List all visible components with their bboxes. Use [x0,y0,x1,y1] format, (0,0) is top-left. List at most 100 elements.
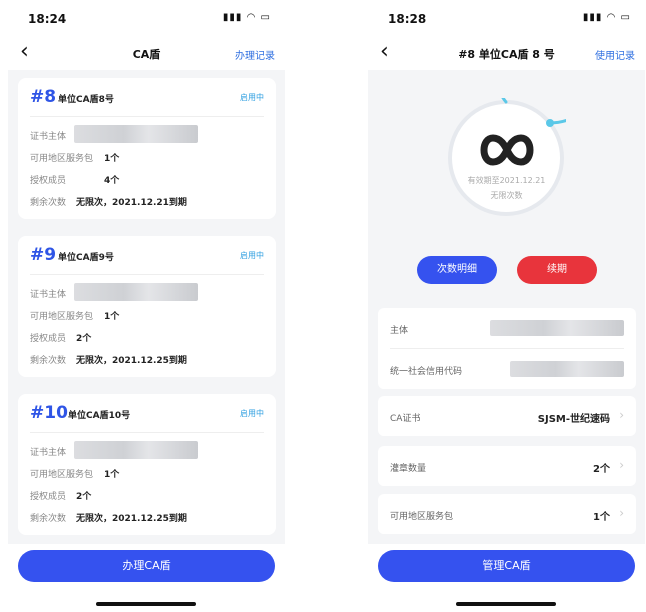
manage-ca-shield-button[interactable]: 管理CA盾 [378,550,635,582]
bottom-bar: 管理CA盾 [368,544,645,612]
ca-shield-list[interactable]: #8 单位CA盾8号 启用中 证书主体 可用地区服务包 1个 授权成员 4个 剩余次… [8,70,285,544]
remaining-label: 剩余次数 [30,514,67,524]
renew-button[interactable]: 续期 [517,256,597,284]
members-value: 2个 [76,334,92,344]
system-icons: ▮▮▮ ◠ ▭ [223,12,271,23]
region-value: 1个 [104,154,120,164]
home-indicator [456,602,556,606]
status-bar: 18:24 ▮▮▮ ◠ ▭ [8,0,285,40]
status-badge: 启用中 [240,251,264,260]
members-label: 授权成员 [30,334,67,344]
left-screen: 18:24 ▮▮▮ ◠ ▭ ‹ CA盾 办理记录 #8 单位CA盾8号 启用中 … [8,0,285,612]
members-row: 授权成员 4个 [30,167,264,189]
validity-text: 有效期至2021.12.21 [467,176,546,185]
card-header: #9 单位CA盾9号 启用中 [30,236,264,275]
subject-redacted [74,125,198,143]
card-name: 单位CA盾9号 [58,253,114,263]
seal-count-row[interactable]: 灌章数量 2个 › [390,446,624,486]
subject-label: 证书主体 [30,448,67,458]
subject-redacted [74,441,198,459]
card-number: #9 [30,245,57,265]
members-row: 授权成员 2个 [30,325,264,347]
region-label: 可用地区服务包 [390,512,454,522]
chevron-right-icon: › [619,408,624,422]
usage-records-link[interactable]: 使用记录 [595,47,635,62]
region-value: 1个 [593,512,610,523]
status-badge: 启用中 [240,409,264,418]
region-value: 1个 [104,470,120,480]
status-badge: 启用中 [240,93,264,102]
subject-redacted [490,320,624,336]
chevron-right-icon: › [619,506,624,520]
subject-row: 证书主体 [30,281,264,303]
ca-card[interactable]: #10 单位CA盾10号 启用中 证书主体 可用地区服务包 1个 授权成员 2个 剩… [18,394,276,535]
ca-cert-card[interactable]: CA证书 SJSM-世纪速码 › [378,396,636,436]
remaining-value: 无限次，2021.12.25到期 [76,356,187,366]
subject-row: 主体 [390,308,624,348]
ca-cert-value: SJSM-世纪速码 [537,414,610,425]
subject-label: 证书主体 [30,132,67,142]
remaining-row: 剩余次数 无限次，2021.12.25到期 [30,505,264,527]
region-label: 可用地区服务包 [30,154,94,164]
system-icons: ▮▮▮ ◠ ▭ [583,12,631,23]
subject-redacted [74,283,198,301]
card-number: #10 [30,403,68,423]
remaining-value: 无限次，2021.12.25到期 [76,514,187,524]
seal-count-value: 2个 [593,464,610,475]
apply-ca-shield-button[interactable]: 办理CA盾 [18,550,275,582]
ca-cert-label: CA证书 [390,414,421,424]
status-bar: 18:28 ▮▮▮ ◠ ▭ [368,0,645,40]
remaining-value: 无限次，2021.12.21到期 [76,198,187,208]
remaining-row: 剩余次数 无限次，2021.12.21到期 [30,189,264,211]
region-row: 可用地区服务包 1个 [30,145,264,167]
card-name: 单位CA盾8号 [58,95,114,105]
subject-row: 证书主体 [30,123,264,145]
members-value: 4个 [104,176,120,186]
region-label: 可用地区服务包 [30,312,94,322]
subject-label: 主体 [390,326,409,336]
remaining-label: 剩余次数 [30,198,67,208]
ca-card[interactable]: #9 单位CA盾9号 启用中 证书主体 可用地区服务包 1个 授权成员 2个 剩余次… [18,236,276,377]
infinity-logo-icon [480,134,534,166]
status-time: 18:24 [28,12,67,26]
ca-cert-row[interactable]: CA证书 SJSM-世纪速码 › [390,396,624,436]
members-label: 授权成员 [30,176,67,186]
signal-icon: ▮▮▮ [582,12,603,23]
card-header: #8 单位CA盾8号 启用中 [30,78,264,117]
credit-code-row: 统一社会信用代码 [390,349,624,389]
wifi-icon: ◠ [246,12,257,23]
nav-bar: ‹ CA盾 办理记录 [8,40,285,70]
region-row: 可用地区服务包 1个 [30,303,264,325]
handling-records-link[interactable]: 办理记录 [235,47,275,62]
members-label: 授权成员 [30,492,67,502]
region-row: 可用地区服务包 1个 [30,461,264,483]
identity-card: 主体 统一社会信用代码 [378,308,636,389]
region-value: 1个 [104,312,120,322]
home-indicator [96,602,196,606]
battery-icon: ▭ [260,12,271,23]
members-value: 2个 [76,492,92,502]
wifi-icon: ◠ [606,12,617,23]
subject-row: 证书主体 [30,439,264,461]
card-number: #8 [30,87,57,107]
bottom-bar: 办理CA盾 [8,544,285,612]
usage-detail-button[interactable]: 次数明细 [417,256,497,284]
status-time: 18:28 [388,12,427,26]
right-screen: 18:28 ▮▮▮ ◠ ▭ ‹ #8 单位CA盾 8 号 使用记录 有效期至20… [368,0,645,612]
chevron-right-icon: › [619,458,624,472]
members-row: 授权成员 2个 [30,483,264,505]
region-label: 可用地区服务包 [30,470,94,480]
times-text: 无限次数 [490,191,523,200]
battery-icon: ▭ [620,12,631,23]
subject-label: 证书主体 [30,290,67,300]
region-row[interactable]: 可用地区服务包 1个 › [390,494,624,534]
credit-code-redacted [510,361,624,377]
seal-count-card[interactable]: 灌章数量 2个 › [378,446,636,486]
credit-code-label: 统一社会信用代码 [390,367,463,377]
ca-card[interactable]: #8 单位CA盾8号 启用中 证书主体 可用地区服务包 1个 授权成员 4个 剩余次… [18,78,276,219]
remaining-label: 剩余次数 [30,356,67,366]
signal-icon: ▮▮▮ [222,12,243,23]
region-card[interactable]: 可用地区服务包 1个 › [378,494,636,534]
remaining-row: 剩余次数 无限次，2021.12.25到期 [30,347,264,369]
card-header: #10 单位CA盾10号 启用中 [30,394,264,433]
